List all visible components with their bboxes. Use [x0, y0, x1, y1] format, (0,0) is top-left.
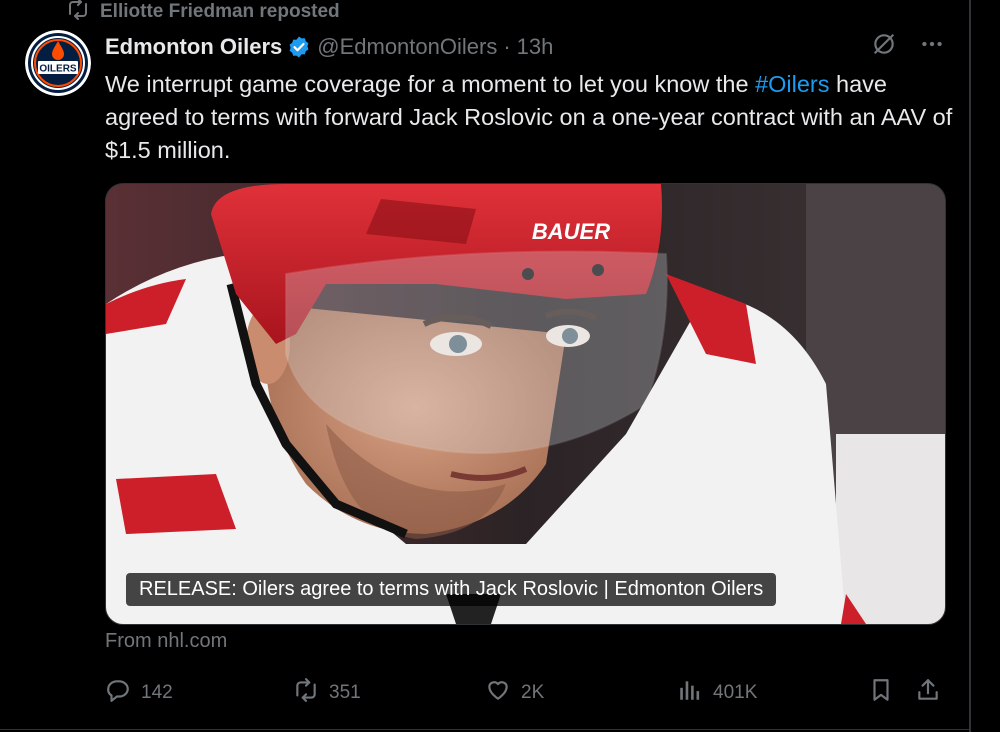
reply-count: 142 [141, 682, 173, 703]
reply-icon [105, 677, 131, 709]
views-button[interactable]: 401K [677, 676, 757, 710]
timestamp[interactable]: 13h [517, 34, 554, 60]
repost-icon [293, 677, 319, 709]
avatar-logo-text: OILERS [39, 64, 77, 75]
author-name[interactable]: Edmonton Oilers [105, 34, 282, 60]
repost-context[interactable]: Elliotte Friedman reposted [66, 0, 340, 24]
verified-badge-icon [287, 35, 311, 59]
hashtag-link[interactable]: #Oilers [755, 71, 829, 97]
repost-count: 351 [329, 682, 361, 703]
tweet-text-start: We interrupt game coverage for a moment … [105, 71, 756, 97]
reply-button[interactable]: 142 [105, 676, 173, 710]
like-button[interactable]: 2K [485, 676, 544, 710]
tweet-header: Edmonton Oilers @EdmontonOilers · 13h [105, 31, 945, 63]
link-source[interactable]: From nhl.com [105, 630, 227, 653]
timeline-border-right [969, 0, 971, 732]
separator-dot: · [503, 34, 511, 59]
link-card-title[interactable]: RELEASE: Oilers agree to terms with Jack… [126, 573, 777, 606]
repost-icon [66, 0, 90, 27]
share-icon [915, 677, 941, 709]
avatar[interactable]: OILERS [25, 30, 91, 96]
link-card-image[interactable]: BAUER RELEASE: Oilers agree to terms wit… [105, 183, 946, 625]
helmet-brand-text: BAUER [532, 219, 610, 244]
tweet-text: We interrupt game coverage for a moment … [105, 68, 955, 167]
author-handle[interactable]: @EdmontonOilers [317, 34, 497, 60]
tweet-actions: 142 351 2K 401K [105, 676, 945, 710]
grok-icon[interactable] [871, 31, 897, 63]
timeline-border-bottom [0, 729, 969, 730]
like-count: 2K [521, 682, 545, 703]
repost-label: Elliotte Friedman reposted [100, 1, 340, 22]
more-icon[interactable] [919, 31, 945, 63]
views-icon [677, 677, 703, 709]
views-count: 401K [713, 682, 758, 703]
bookmark-icon [868, 677, 894, 709]
repost-button[interactable]: 351 [293, 676, 361, 710]
share-button[interactable] [915, 676, 941, 710]
bookmark-button[interactable] [868, 676, 894, 710]
like-icon [485, 677, 511, 709]
